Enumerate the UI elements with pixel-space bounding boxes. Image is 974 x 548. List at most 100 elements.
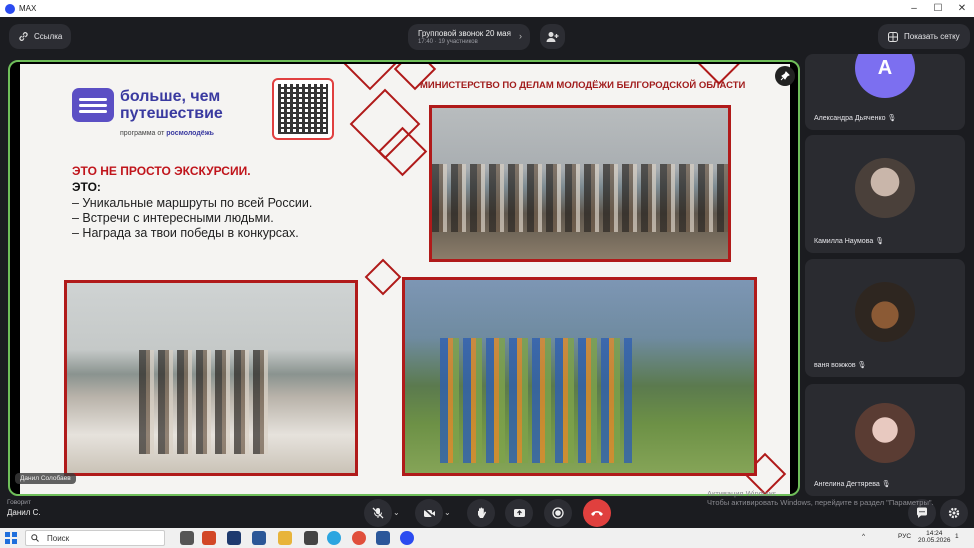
app-logo-icon	[5, 3, 15, 14]
screen-share-stage[interactable]: больше, чем путешествие программа от рос…	[8, 60, 800, 496]
speaking-indicator: Говорит Данил С.	[7, 499, 41, 517]
word-icon[interactable]	[376, 531, 390, 545]
avatar	[855, 158, 915, 219]
brand-subtitle: программа от росмолодёжь	[120, 130, 214, 137]
participant-name: Александра Дьяченко 🎙	[814, 115, 897, 122]
decor-diamond	[341, 64, 399, 91]
call-meta: 17:40 · 19 участников	[418, 39, 478, 45]
app-icon[interactable]	[304, 531, 318, 545]
window-titlebar: MAX – ☐ ✕	[0, 0, 974, 17]
watermark-line2: Чтобы активировать Windows, перейдите в …	[707, 498, 934, 507]
call-topbar: Ссылка Групповой звонок 20 мая 17:40 · 1…	[0, 17, 974, 57]
mic-off-icon	[372, 507, 384, 519]
windows-activation-watermark: Активация Windows Чтобы активировать Win…	[707, 489, 934, 507]
slide-bullets: – Уникальные маршруты по всей России. – …	[72, 196, 312, 241]
clock[interactable]: 14:24 20.05.2026	[918, 530, 951, 544]
max-app-icon[interactable]	[400, 531, 414, 545]
window-controls: – ☐ ✕	[902, 0, 974, 17]
avatar: А	[855, 54, 915, 98]
raise-hand-button[interactable]	[467, 499, 495, 527]
link-icon	[19, 32, 28, 41]
group-photo-sea	[429, 105, 731, 262]
share-screen-button[interactable]	[505, 499, 533, 527]
add-user-icon	[546, 31, 559, 42]
copy-link-button[interactable]: Ссылка	[9, 24, 72, 49]
clock-time: 14:24	[926, 530, 943, 537]
camera-off-icon	[422, 507, 436, 519]
avatar	[855, 403, 915, 464]
speaking-name: Данил С.	[7, 508, 41, 517]
taskbar-search-input[interactable]: Поиск	[25, 530, 165, 546]
waves-logo-icon	[72, 88, 114, 122]
bullet-item: – Встречи с интересными людьми.	[72, 211, 274, 225]
telegram-icon[interactable]	[327, 531, 341, 545]
camera-options-chevron-icon[interactable]: ⌄	[444, 508, 451, 517]
settings-button[interactable]	[940, 499, 968, 527]
mic-muted-icon: 🎙	[881, 481, 891, 488]
minimize-button[interactable]: –	[902, 0, 926, 17]
speaking-label: Говорит	[7, 499, 31, 506]
brand-line1: больше, чем	[120, 88, 221, 105]
group-photo-rocks	[64, 280, 358, 476]
hiking-photo	[402, 277, 757, 476]
powerpoint-icon[interactable]	[202, 531, 216, 545]
brand-block: больше, чем путешествие	[72, 88, 223, 122]
record-button[interactable]	[544, 499, 572, 527]
add-participant-button[interactable]	[540, 24, 565, 49]
participant-name: ваня вожжов 🎙	[814, 362, 867, 369]
participant-name: Камилла Наумова 🎙	[814, 238, 885, 245]
search-placeholder: Поиск	[47, 533, 70, 543]
record-icon	[552, 507, 564, 519]
show-grid-label: Показать сетку	[904, 32, 960, 41]
chrome-icon[interactable]	[352, 531, 366, 545]
window-title: MAX	[19, 4, 37, 13]
mic-muted-icon: 🎙	[857, 362, 867, 369]
windows-start-icon[interactable]	[5, 532, 17, 544]
close-button[interactable]: ✕	[950, 0, 974, 17]
clock-date: 20.05.2026	[918, 537, 951, 544]
bullet-item: – Награда за твои победы в конкурсах.	[72, 226, 299, 240]
mic-muted-icon: 🎙	[887, 115, 897, 122]
participant-name: Ангелина Дегтярева 🎙	[814, 481, 891, 488]
task-view-icon[interactable]	[180, 531, 194, 545]
notification-badge[interactable]: 1	[955, 533, 959, 540]
file-explorer-icon[interactable]	[278, 531, 292, 545]
pin-button[interactable]	[775, 66, 795, 86]
tray-chevron-icon[interactable]: ^	[862, 533, 865, 540]
windows-taskbar: Поиск ^ РУС 14:24 20.05.2026 1	[0, 528, 974, 548]
call-title: Групповой звонок 20 мая	[418, 29, 511, 38]
brand-title: больше, чем путешествие	[120, 88, 223, 122]
pin-icon	[780, 71, 790, 81]
hang-up-icon	[591, 511, 603, 516]
participant-tile[interactable]: Ангелина Дегтярева 🎙	[805, 384, 965, 496]
brand-sub-org: росмолодёжь	[166, 130, 214, 137]
photoshop-icon[interactable]	[227, 531, 241, 545]
maximize-button[interactable]: ☐	[926, 0, 950, 17]
copy-link-label: Ссылка	[34, 32, 63, 41]
participant-tile[interactable]: Камилла Наумова 🎙	[805, 135, 965, 253]
participant-tile[interactable]: ваня вожжов 🎙	[805, 259, 965, 377]
show-grid-button[interactable]: Показать сетку	[878, 24, 970, 49]
call-info-button[interactable]: Групповой звонок 20 мая 17:40 · 19 участ…	[408, 24, 530, 50]
slide-subhead: ЭТО:	[72, 180, 101, 194]
participant-tile[interactable]: А Александра Дьяченко 🎙	[805, 54, 965, 130]
search-icon	[31, 534, 39, 542]
slide-headline: ЭТО НЕ ПРОСТО ЭКСКУРСИИ.	[72, 164, 251, 178]
mic-muted-icon: 🎙	[875, 238, 885, 245]
chat-icon	[916, 507, 927, 518]
camera-toggle-button[interactable]	[415, 499, 443, 527]
bullet-item: – Уникальные маршруты по всей России.	[72, 196, 313, 210]
hand-icon	[477, 507, 486, 518]
ministry-title: МИНИСТЕРСТВО ПО ДЕЛАМ МОЛОДЁЖИ БЕЛГОРОДС…	[420, 80, 746, 91]
brand-sub-prefix: программа от	[120, 130, 165, 137]
avatar	[855, 282, 915, 343]
grid-icon	[888, 31, 898, 42]
keyboard-language[interactable]: РУС	[898, 533, 911, 540]
qr-code-icon	[272, 78, 334, 140]
decor-diamond	[364, 258, 402, 296]
gear-icon	[948, 507, 960, 519]
end-call-button[interactable]	[583, 499, 611, 527]
mic-options-chevron-icon[interactable]: ⌄	[393, 508, 400, 517]
store-icon[interactable]	[252, 531, 266, 545]
microphone-toggle-button[interactable]	[364, 499, 392, 527]
